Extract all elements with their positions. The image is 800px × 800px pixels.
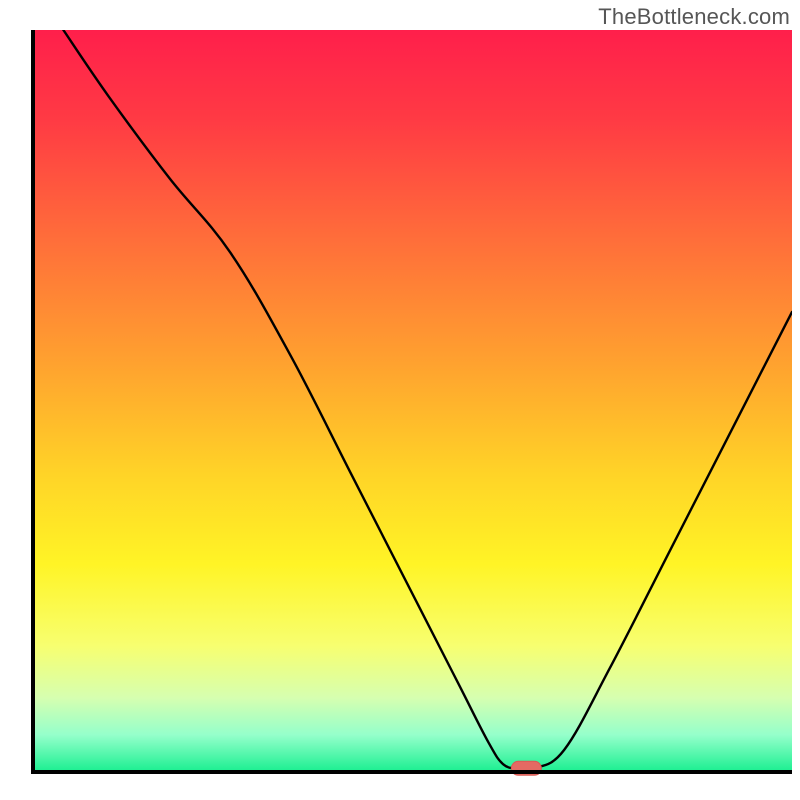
plot-background <box>33 30 792 772</box>
chart-container: { "watermark": "TheBottleneck.com", "col… <box>0 0 800 800</box>
bottleneck-chart <box>0 0 800 800</box>
